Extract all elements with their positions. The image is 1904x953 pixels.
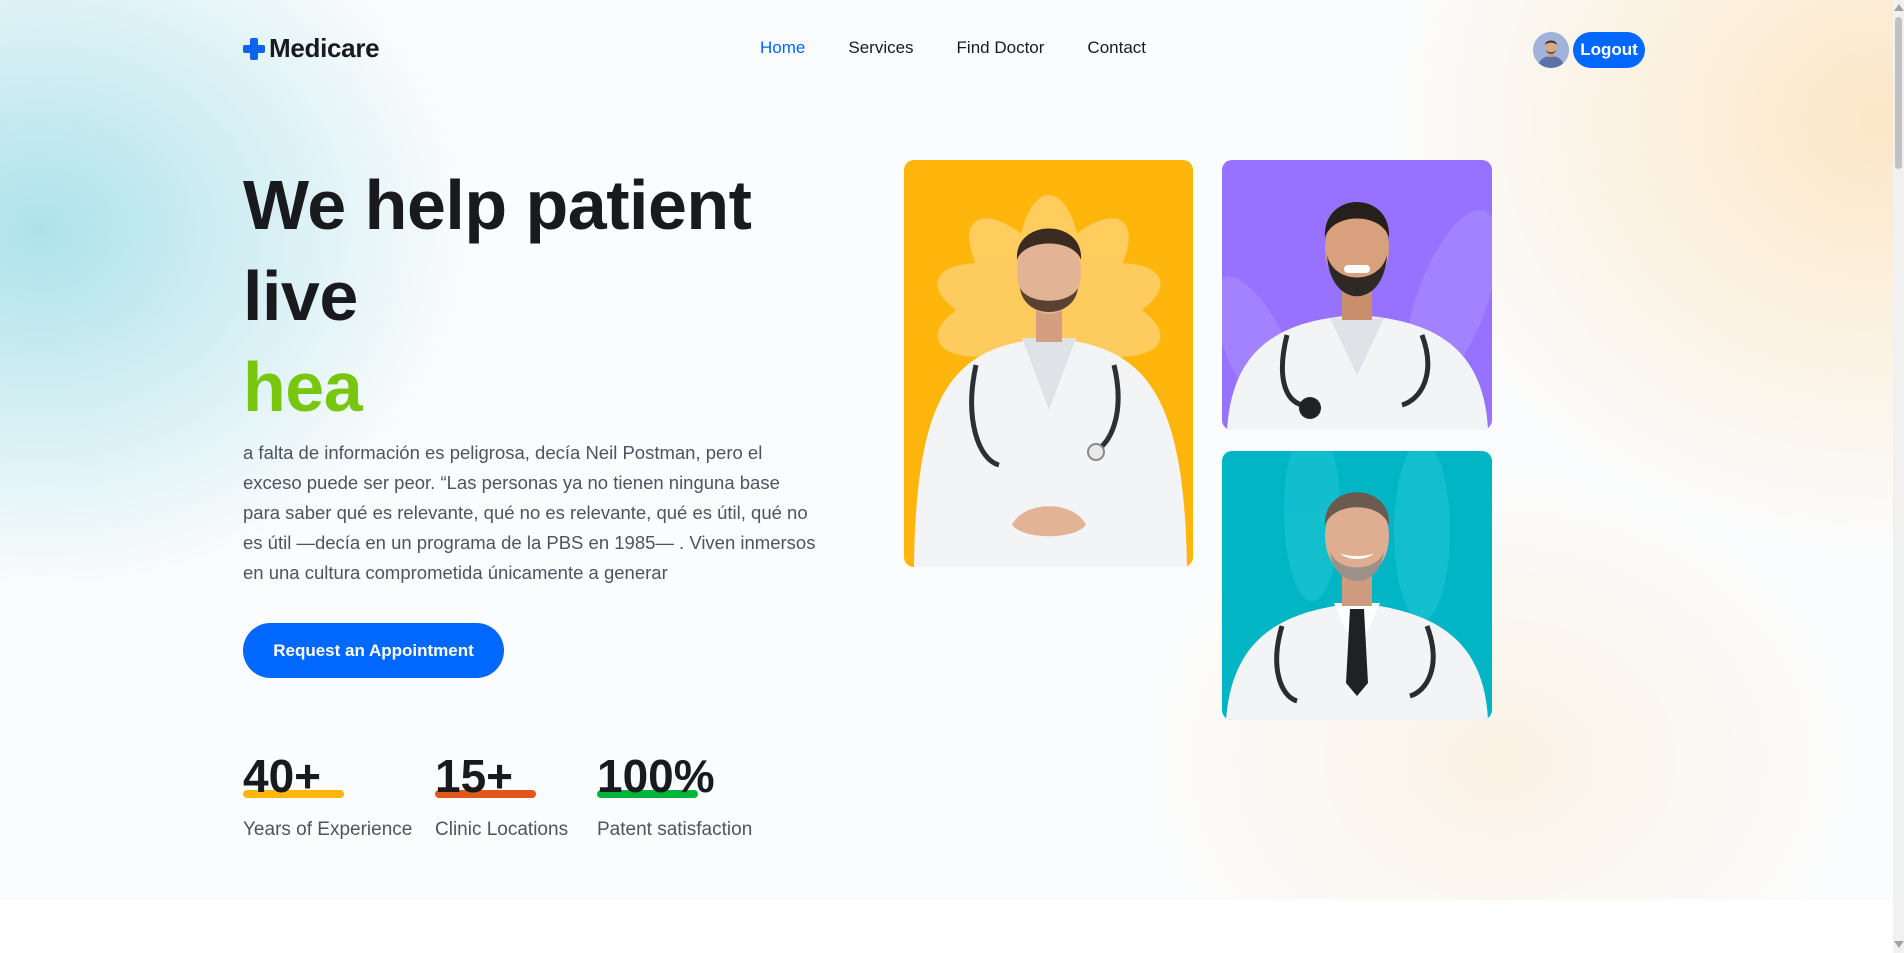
logo-text: Medicare [269, 33, 380, 63]
nav-item-find-doctor[interactable]: Find Doctor [957, 38, 1045, 58]
hero-intro-text: a falta de información es peligrosa, dec… [243, 442, 816, 583]
scrollbar-thumb[interactable] [1895, 17, 1902, 169]
hero-headline-accent: hea [243, 348, 363, 426]
headline-line-1: We help patient [243, 166, 752, 244]
site-logo[interactable]: Medicare [243, 33, 380, 64]
doctor-card-2 [1222, 160, 1492, 430]
doctor-card-1 [904, 160, 1193, 567]
stat-label: Clinic Locations [435, 819, 569, 840]
scroll-down-arrow-icon[interactable] [1894, 941, 1904, 948]
stat-satisfaction: 100% [597, 748, 715, 804]
nav-item-home[interactable]: Home [760, 38, 805, 58]
doctor-card-3 [1222, 451, 1492, 720]
doctor-photo [1226, 451, 1488, 720]
page-scrollbar[interactable] [1893, 0, 1904, 953]
doctor-photo [914, 195, 1187, 567]
stat-label: Patent satisfaction [597, 819, 753, 840]
stat-locations: 15+ [435, 748, 513, 804]
headline-line-2: live [243, 257, 358, 335]
logout-button[interactable]: Logout [1573, 32, 1645, 68]
stat-label: Years of Experience [243, 819, 413, 840]
stat-value: 100% [597, 750, 715, 802]
nav-item-services[interactable]: Services [848, 38, 913, 58]
next-section [0, 900, 1893, 953]
medical-cross-icon [243, 37, 265, 60]
doctor-photo [1222, 202, 1492, 430]
stat-value: 15+ [435, 750, 514, 802]
stat-experience: 40+ [243, 748, 321, 804]
main-nav: Home Services Find Doctor Contact [760, 38, 1146, 58]
request-appointment-button[interactable]: Request an Appointment [243, 623, 504, 678]
scroll-up-arrow-icon[interactable] [1894, 4, 1904, 11]
user-avatar[interactable] [1533, 32, 1569, 68]
hero-headline: We help patient live [243, 160, 752, 342]
nav-item-contact[interactable]: Contact [1087, 38, 1146, 58]
stat-value: 40+ [243, 750, 322, 802]
